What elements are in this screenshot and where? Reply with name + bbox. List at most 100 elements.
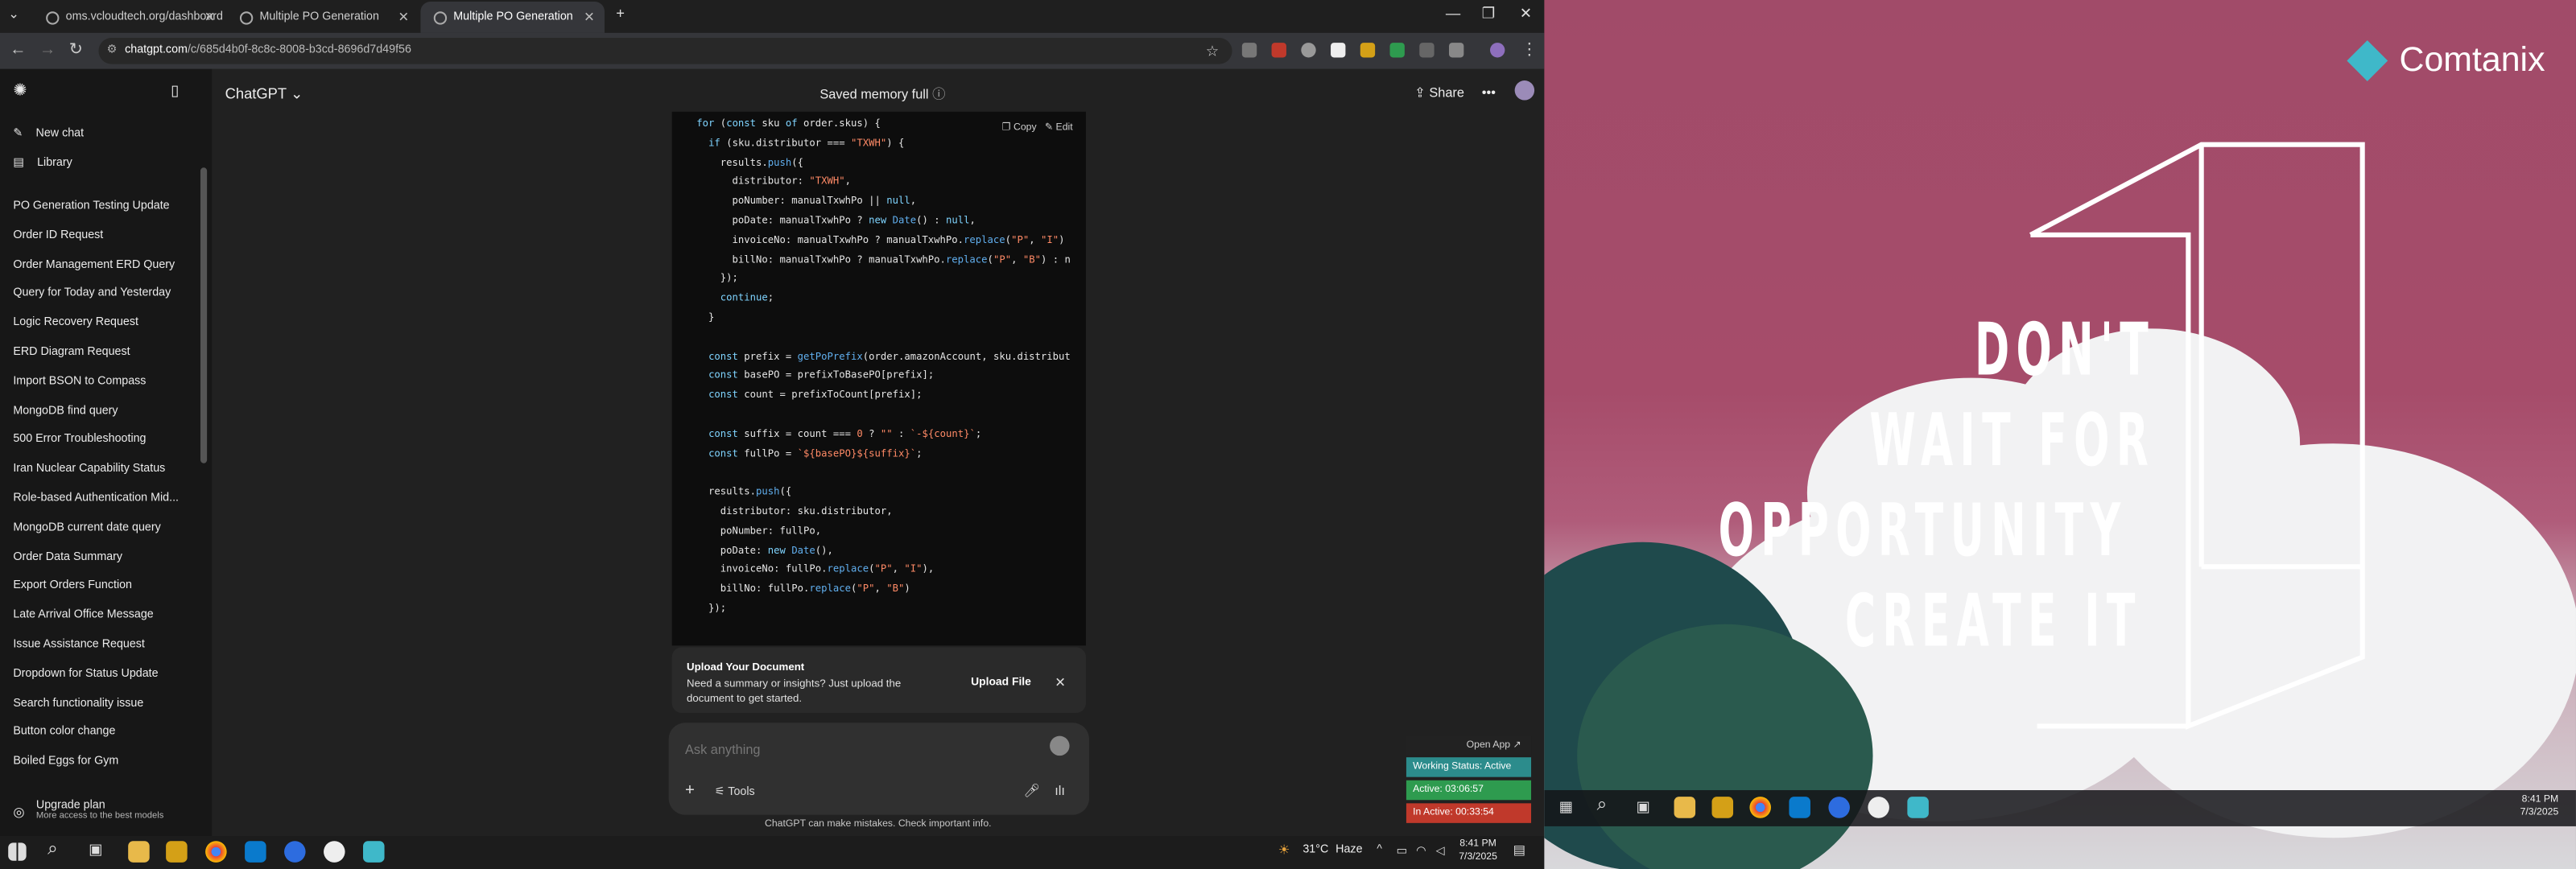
chat-history-item[interactable]: Import BSON to Compass [13, 376, 146, 387]
browser-tab-2[interactable]: Multiple PO Generation ✕ [227, 2, 419, 33]
clock[interactable]: 8:41 PM 7/3/2025 [1459, 838, 1497, 864]
clock[interactable]: 8:41 PM 7/3/2025 [2520, 793, 2559, 820]
vscode-icon[interactable] [1789, 797, 1810, 818]
file-explorer-icon[interactable] [1674, 797, 1696, 818]
tray-chevron-icon[interactable]: ^ [1377, 844, 1382, 855]
network-icon[interactable]: ▭ [1397, 844, 1408, 857]
zoom-icon[interactable] [284, 841, 306, 863]
chat-history-item[interactable]: Export Orders Function [13, 580, 132, 591]
close-icon[interactable]: ✕ [1055, 675, 1066, 690]
chat-history-item[interactable]: Order Data Summary [13, 551, 122, 562]
chat-history-item[interactable]: Dropdown for Status Update [13, 669, 158, 680]
weather-temp[interactable]: 31°C [1302, 844, 1328, 855]
copy-button[interactable]: ❐ Copy [1002, 123, 1037, 133]
chat-history-item[interactable]: Issue Assistance Request [13, 639, 145, 650]
extension-icon[interactable] [1331, 43, 1346, 58]
share-button[interactable]: ⇪ Share [1414, 85, 1464, 100]
close-window-icon[interactable]: ✕ [1520, 5, 1532, 23]
openai-logo-icon[interactable]: ✺ [13, 82, 27, 100]
chat-history-item[interactable]: ERD Diagram Request [13, 347, 130, 358]
memory-status[interactable]: Saved memory full ⓘ [819, 85, 945, 103]
store-icon[interactable] [166, 841, 188, 863]
volume-icon[interactable]: ◁ [1436, 844, 1445, 857]
code-block[interactable]: ❐ Copy ✎ Edit for (const sku of order.sk… [671, 111, 1086, 646]
start-icon[interactable] [8, 842, 27, 861]
chat-history-item[interactable]: Button color change [13, 727, 115, 738]
chat-history-item[interactable]: PO Generation Testing Update [13, 200, 169, 212]
restore-icon[interactable]: ❐ [1482, 5, 1495, 23]
profile-avatar-icon[interactable] [1490, 43, 1505, 58]
chat-history-item[interactable]: MongoDB find query [13, 405, 118, 416]
address-bar[interactable]: ⚙ chatgpt.com/c/685d4b0f-8c8c-8008-b3cd-… [98, 37, 1232, 64]
add-attachment-icon[interactable]: + [685, 782, 695, 800]
file-explorer-icon[interactable] [128, 841, 150, 863]
weather-desc[interactable]: Haze [1335, 844, 1362, 855]
tracker-app-icon[interactable] [1907, 797, 1929, 818]
chat-history-item[interactable]: Boiled Eggs for Gym [13, 756, 118, 768]
site-info-icon[interactable]: ⚙ [107, 38, 118, 64]
extensions-puzzle-icon[interactable] [1448, 43, 1464, 58]
bookmark-star-icon[interactable]: ☆ [1206, 38, 1219, 64]
microphone-icon[interactable]: 🎤︎ [1023, 784, 1040, 798]
chat-history-item[interactable]: Search functionality issue [13, 698, 143, 709]
chat-history-item[interactable]: Logic Recovery Request [13, 317, 138, 328]
sidebar-scrollbar[interactable] [200, 167, 208, 463]
chrome-icon[interactable] [205, 841, 227, 863]
chat-history-item[interactable]: Late Arrival Office Message [13, 610, 153, 621]
minimize-icon[interactable]: — [1446, 5, 1460, 21]
wifi-icon[interactable]: ◠ [1416, 844, 1426, 857]
extension-icon[interactable] [1419, 43, 1435, 58]
library-button[interactable]: ▤ Library [13, 156, 72, 169]
extension-icon[interactable] [1301, 43, 1316, 58]
tracker-app-icon[interactable] [363, 841, 385, 863]
weather-icon[interactable]: ☀ [1278, 842, 1290, 857]
chrome-icon[interactable] [1749, 797, 1771, 818]
chat-history-item[interactable]: Iran Nuclear Capability Status [13, 463, 165, 475]
new-chat-button[interactable]: ✎ New chat [13, 126, 84, 139]
more-options-icon[interactable]: ••• [1482, 85, 1496, 100]
vscode-icon[interactable] [245, 841, 266, 863]
chat-history-item[interactable]: Order Management ERD Query [13, 259, 175, 270]
new-tab-icon[interactable]: + [616, 5, 625, 21]
app-icon[interactable] [324, 841, 345, 863]
search-icon[interactable]: ⌕ [47, 839, 58, 861]
chat-history-item[interactable]: 500 Error Troubleshooting [13, 434, 146, 446]
model-selector[interactable]: ChatGPT ⌄ [225, 85, 303, 103]
browser-tab-1[interactable]: oms.vcloudtech.org/dashboard ✕ [33, 2, 225, 33]
tab-search-icon[interactable]: ⌄ [8, 6, 19, 21]
upload-file-button[interactable]: Upload File [971, 677, 1031, 688]
voice-mode-icon[interactable]: ılı [1055, 784, 1065, 798]
upgrade-plan-button[interactable]: ◎ Upgrade plan More access to the best m… [13, 800, 163, 822]
tools-button[interactable]: ⚟ Tools [715, 785, 755, 798]
app-icon[interactable] [1868, 797, 1889, 818]
attachment-app-icon[interactable] [1050, 735, 1070, 756]
open-app-link[interactable]: Open App ↗ [1406, 735, 1532, 756]
search-icon[interactable]: ⌕ [1597, 795, 1608, 817]
task-view-icon[interactable]: ▣ [1637, 798, 1650, 816]
toggle-sidebar-icon[interactable]: ▯ [171, 82, 179, 100]
edit-button[interactable]: ✎ Edit [1045, 123, 1073, 133]
browser-menu-icon[interactable]: ⋮ [1521, 41, 1538, 59]
tab-close-icon[interactable]: ✕ [584, 10, 595, 24]
back-icon[interactable]: ← [10, 41, 26, 59]
tab-close-icon[interactable]: ✕ [398, 10, 409, 24]
extension-icon[interactable] [1360, 43, 1376, 58]
chat-history-item[interactable]: MongoDB current date query [13, 522, 160, 533]
notifications-icon[interactable]: ▤ [1513, 842, 1525, 857]
browser-tab-3[interactable]: Multiple PO Generation ✕ [420, 2, 605, 33]
task-view-icon[interactable]: ▣ [89, 841, 102, 859]
forward-icon[interactable]: → [39, 41, 56, 59]
chat-history-item[interactable]: Order ID Request [13, 229, 103, 241]
tab-close-icon[interactable]: ✕ [204, 10, 216, 24]
extension-icon[interactable] [1389, 43, 1405, 58]
extension-icon[interactable] [1241, 43, 1257, 58]
chat-history-item[interactable]: Role-based Authentication Mid... [13, 492, 179, 504]
extension-icon[interactable] [1271, 43, 1286, 58]
prompt-input[interactable] [685, 739, 1014, 760]
store-icon[interactable] [1711, 797, 1734, 818]
reload-icon[interactable]: ↻ [69, 41, 83, 59]
start-icon[interactable]: ▦ [1559, 798, 1573, 816]
zoom-icon[interactable] [1828, 797, 1850, 818]
user-avatar[interactable] [1514, 80, 1535, 101]
chat-history-item[interactable]: Query for Today and Yesterday [13, 288, 171, 299]
